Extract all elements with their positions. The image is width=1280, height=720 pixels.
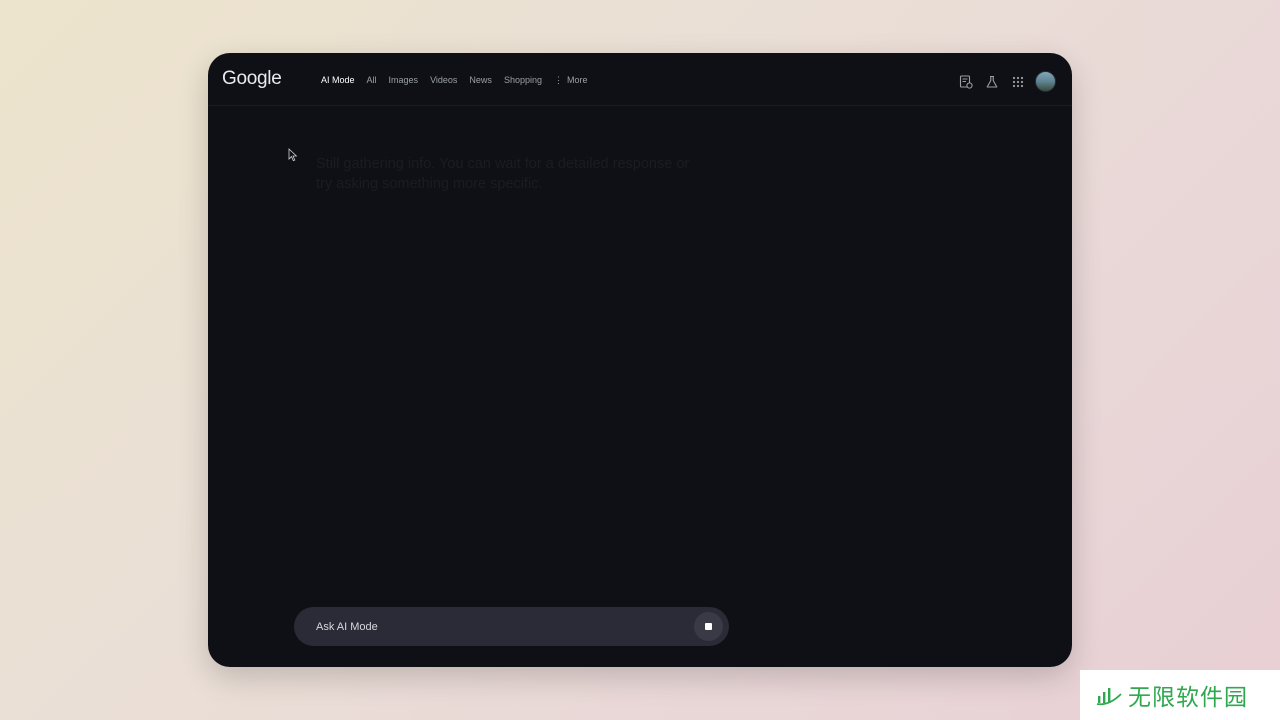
ask-ai-mode-input[interactable] — [316, 607, 676, 646]
tab-news[interactable]: News — [469, 75, 492, 86]
tab-more[interactable]: ⋮ More — [554, 75, 588, 86]
mouse-cursor-icon — [288, 148, 298, 167]
stop-icon — [705, 623, 712, 630]
history-icon[interactable] — [957, 73, 975, 91]
apps-grid-icon[interactable] — [1009, 73, 1027, 91]
tab-images[interactable]: Images — [389, 75, 419, 86]
tab-shopping[interactable]: Shopping — [504, 75, 542, 86]
top-bar: Google AI Mode All Images Videos News Sh… — [208, 53, 1072, 106]
loading-message: Still gathering info. You can wait for a… — [316, 156, 690, 192]
search-tabs: AI Mode All Images Videos News Shopping … — [321, 75, 600, 86]
bar-chart-logo-icon — [1096, 688, 1122, 706]
tab-videos[interactable]: Videos — [430, 75, 457, 86]
more-label: More — [566, 75, 588, 85]
ask-ai-mode-bar[interactable] — [294, 607, 729, 646]
tab-all[interactable]: All — [367, 75, 377, 86]
browser-window: Google AI Mode All Images Videos News Sh… — [208, 53, 1072, 667]
tab-ai-mode[interactable]: AI Mode — [321, 75, 355, 86]
header-actions — [949, 71, 1056, 92]
more-vertical-icon: ⋮ — [553, 75, 563, 85]
watermark-text: 无限软件园 — [1128, 685, 1248, 711]
labs-flask-icon[interactable] — [983, 73, 1001, 91]
account-avatar[interactable] — [1035, 71, 1056, 92]
google-logo[interactable]: Google — [222, 68, 282, 90]
stop-generation-button[interactable] — [694, 612, 723, 641]
watermark-badge: 无限软件园 — [1080, 670, 1280, 720]
